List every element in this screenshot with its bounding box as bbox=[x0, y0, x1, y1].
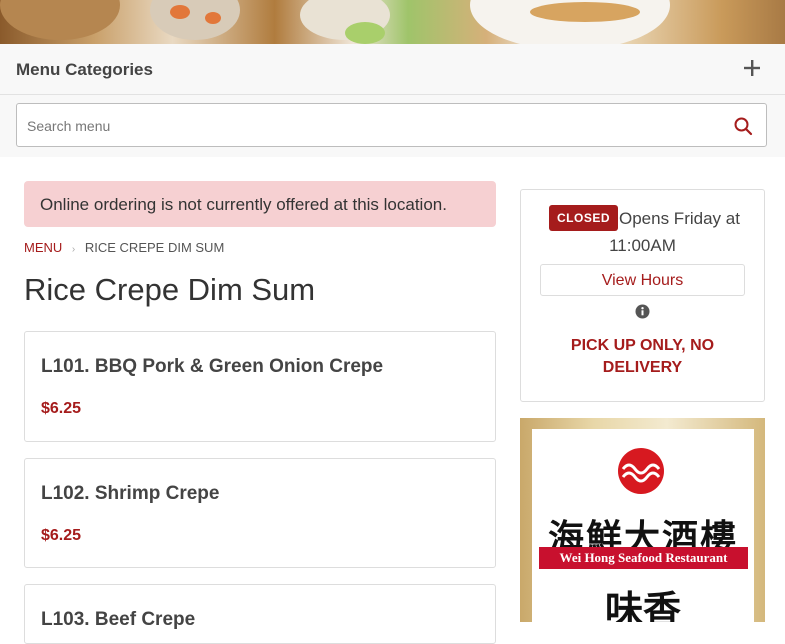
menu-item-name: L103. Beef Crepe bbox=[41, 609, 196, 630]
breadcrumb: MENU › RICE CREPE DIM SUM bbox=[24, 240, 224, 255]
breadcrumb-chevron-icon: › bbox=[71, 244, 76, 255]
search-section bbox=[0, 95, 785, 157]
breadcrumb-menu-link[interactable]: MENU bbox=[24, 240, 62, 255]
plus-icon[interactable] bbox=[741, 57, 763, 79]
menu-categories-bar[interactable]: Menu Categories bbox=[0, 44, 785, 95]
opens-time-line1: Opens Friday at bbox=[619, 209, 740, 228]
menu-item-card[interactable]: L103. Beef Crepe bbox=[24, 584, 496, 644]
closed-status-badge: CLOSED bbox=[549, 205, 619, 231]
menu-item-price: $6.25 bbox=[41, 400, 82, 417]
menu-item-card[interactable]: L102. Shrimp Crepe $6.25 bbox=[24, 458, 496, 568]
menu-item-name: L102. Shrimp Crepe bbox=[41, 483, 220, 504]
store-status-card: CLOSED Opens Friday at 11:00AM View Hour… bbox=[520, 189, 765, 402]
menu-item-price: $6.25 bbox=[41, 527, 82, 544]
menu-categories-title: Menu Categories bbox=[16, 60, 153, 79]
search-icon[interactable] bbox=[733, 116, 753, 136]
restaurant-logo: 海鮮大酒樓 Wei Hong Seafood Restaurant 味香 bbox=[520, 418, 765, 622]
view-hours-button[interactable]: View Hours bbox=[540, 264, 745, 296]
breadcrumb-current: RICE CREPE DIM SUM bbox=[84, 240, 225, 255]
search-box bbox=[16, 103, 767, 148]
ordering-unavailable-alert: Online ordering is not currently offered… bbox=[24, 181, 496, 227]
menu-item-card[interactable]: L101. BBQ Pork & Green Onion Crepe $6.25 bbox=[24, 331, 496, 442]
page-title: Rice Crepe Dim Sum bbox=[24, 272, 316, 307]
pickup-only-note: PICK UP ONLY, NO DELIVERY bbox=[570, 337, 715, 376]
menu-item-name: L101. BBQ Pork & Green Onion Crepe bbox=[41, 356, 384, 377]
hero-banner-image bbox=[0, 0, 785, 44]
logo-panel: 海鮮大酒樓 Wei Hong Seafood Restaurant 味香 bbox=[532, 429, 754, 622]
wave-logo-icon bbox=[618, 448, 664, 494]
search-input[interactable] bbox=[25, 104, 709, 148]
info-icon[interactable] bbox=[635, 304, 650, 319]
logo-chinese-tagline: 味香 bbox=[604, 587, 681, 622]
opens-time-line2: 11:00AM bbox=[609, 236, 676, 255]
logo-english-name: Wei Hong Seafood Restaurant bbox=[539, 547, 748, 569]
